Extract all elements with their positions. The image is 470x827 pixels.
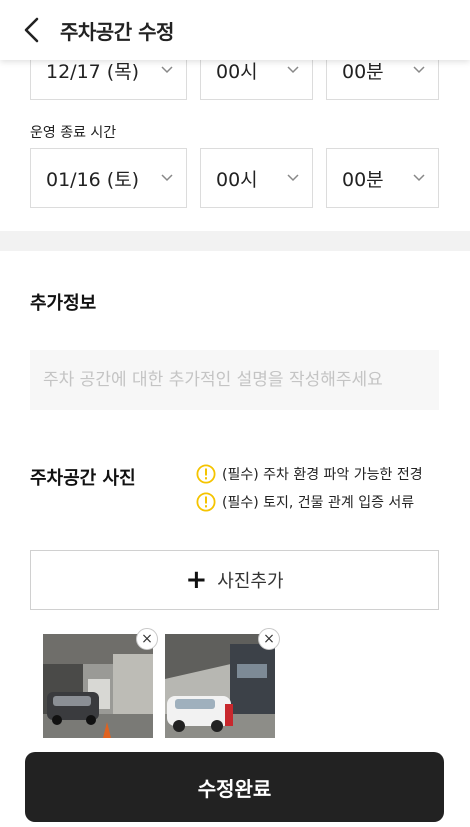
end-date-value: 01/16 (토) <box>46 168 140 191</box>
extra-info-input[interactable] <box>30 350 439 410</box>
start-hour-value: 00시 <box>216 60 258 83</box>
end-time-row: 01/16 (토) 00시 00분 <box>30 148 439 208</box>
page-title: 주차공간 수정 <box>60 19 174 44</box>
extra-info-title: 추가정보 <box>30 293 97 314</box>
end-minute-value: 00분 <box>342 168 384 191</box>
chevron-down-icon <box>161 174 173 182</box>
photo-thumbnail[interactable] <box>165 634 275 738</box>
chevron-down-icon <box>413 66 425 74</box>
app-header: 주차공간 수정 <box>0 0 470 60</box>
chevron-down-icon <box>161 66 173 74</box>
add-photo-button[interactable]: + 사진추가 <box>30 550 439 610</box>
close-icon: × <box>141 631 153 647</box>
parking-photo-image <box>165 634 275 738</box>
end-hour-value: 00시 <box>216 168 258 191</box>
requirement-item: (필수) 주차 환경 파악 가능한 전경 <box>196 464 423 484</box>
photos-title: 주차공간 사진 <box>30 468 136 489</box>
warning-icon <box>196 464 216 484</box>
start-minute-value: 00분 <box>342 60 384 83</box>
end-date-select[interactable]: 01/16 (토) <box>30 148 187 208</box>
requirement-text: (필수) 토지, 건물 관계 입증 서류 <box>222 495 415 511</box>
remove-photo-button[interactable]: × <box>136 628 158 650</box>
add-photo-label: 사진추가 <box>217 571 284 592</box>
photo-thumbnail[interactable] <box>43 634 153 738</box>
end-hour-select[interactable]: 00시 <box>200 148 313 208</box>
parking-photo-image <box>43 634 153 738</box>
chevron-left-icon <box>24 17 39 43</box>
end-time-label: 운영 종료 시간 <box>30 125 117 141</box>
submit-button[interactable]: 수정완료 <box>25 752 444 822</box>
plus-icon: + <box>185 565 208 595</box>
requirement-text: (필수) 주차 환경 파악 가능한 전경 <box>222 467 423 483</box>
section-divider <box>0 231 470 251</box>
close-icon: × <box>263 631 275 647</box>
chevron-down-icon <box>287 66 299 74</box>
end-minute-select[interactable]: 00분 <box>326 148 439 208</box>
chevron-down-icon <box>413 174 425 182</box>
remove-photo-button[interactable]: × <box>258 628 280 650</box>
warning-icon <box>196 492 216 512</box>
start-date-value: 12/17 (목) <box>46 60 140 83</box>
chevron-down-icon <box>287 174 299 182</box>
back-button[interactable] <box>16 15 46 45</box>
requirement-item: (필수) 토지, 건물 관계 입증 서류 <box>196 492 414 512</box>
